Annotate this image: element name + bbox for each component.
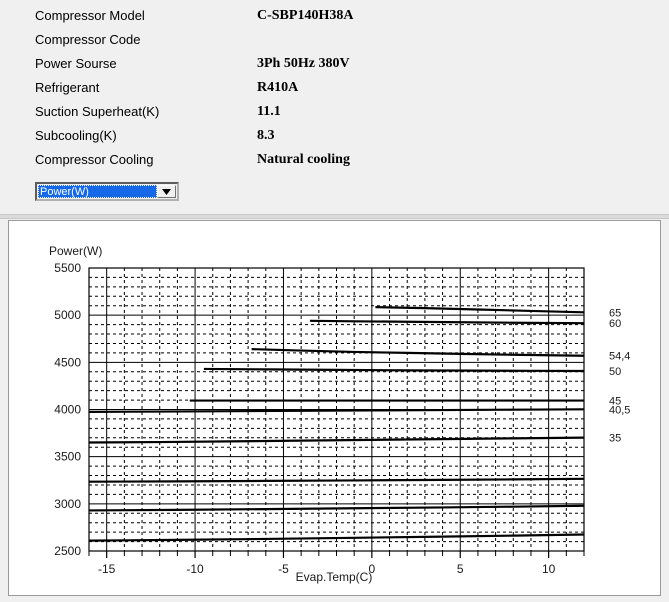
spec-value-compressor-model: C-SBP140H38A [257,4,353,28]
spec-row: Power Sourse 3Ph 50Hz 380V [0,52,669,76]
y-tick-label: 4000 [54,403,81,417]
spec-label-suction-superheat: Suction Superheat(K) [35,100,159,124]
x-tick-label: 5 [457,562,464,576]
y-axis-title: Power(W) [49,244,102,258]
curve-50 [204,369,584,371]
power-chart-panel: 2500300035004000450050005500 -15-10-5051… [8,220,661,596]
curve-end-label: 54,4 [609,351,630,363]
spec-label-refrigerant: Refrigerant [35,76,99,100]
curve-65 [375,307,584,312]
y-tick-label: 2500 [54,544,81,558]
spec-label-subcooling: Subcooling(K) [35,124,117,148]
y-tick-label: 5000 [54,308,81,322]
spec-row: Compressor Model C-SBP140H38A [0,4,669,28]
power-vs-evap-temp-chart: 2500300035004000450050005500 -15-10-5051… [9,221,660,595]
x-tick-label: -5 [278,562,289,576]
curve-end-label: 60 [609,318,621,330]
spec-row: Refrigerant R410A [0,76,669,100]
y-tick-label: 5500 [54,261,81,275]
spec-label-compressor-model: Compressor Model [35,4,145,28]
y-tick-label: 3500 [54,450,81,464]
chevron-down-icon[interactable] [157,185,176,198]
curve-end-labels: 656054,4504540,535 [609,307,630,444]
spec-row: Compressor Code [0,28,669,52]
curve-end-label: 40,5 [609,404,630,416]
spec-value-subcooling: 8.3 [257,124,275,148]
spec-value-refrigerant: R410A [257,76,298,100]
spec-label-compressor-code: Compressor Code [35,28,141,52]
spec-label-compressor-cooling: Compressor Cooling [35,148,154,172]
x-axis-title: Evap.Temp(C) [296,570,373,584]
x-tick-label: -10 [186,562,204,576]
spec-row: Compressor Cooling Natural cooling [0,148,669,172]
curve-60 [310,321,584,323]
spec-label-power-sourse: Power Sourse [35,52,117,76]
x-tick-label: 10 [542,562,556,576]
spec-value-suction-superheat: 11.1 [257,100,281,124]
spec-row: Suction Superheat(K) 11.1 [0,100,669,124]
series-select-dropdown[interactable]: Power(W) [35,182,179,201]
spec-row: Subcooling(K) 8.3 [0,124,669,148]
y-axis-tick-labels: 2500 3000 3500 4000 4500 5000 5500 [54,261,81,558]
curve-end-label: 50 [609,366,621,378]
y-tick-label: 4500 [54,355,81,369]
spec-value-compressor-cooling: Natural cooling [257,148,350,172]
panel-divider [0,214,669,219]
curve-end-label: 35 [609,433,621,445]
y-tick-label: 3000 [54,497,81,511]
axis-ticks [89,551,584,558]
series-select-value[interactable]: Power(W) [38,185,157,198]
x-tick-label: -15 [98,562,116,576]
spec-value-power-sourse: 3Ph 50Hz 380V [257,52,350,76]
